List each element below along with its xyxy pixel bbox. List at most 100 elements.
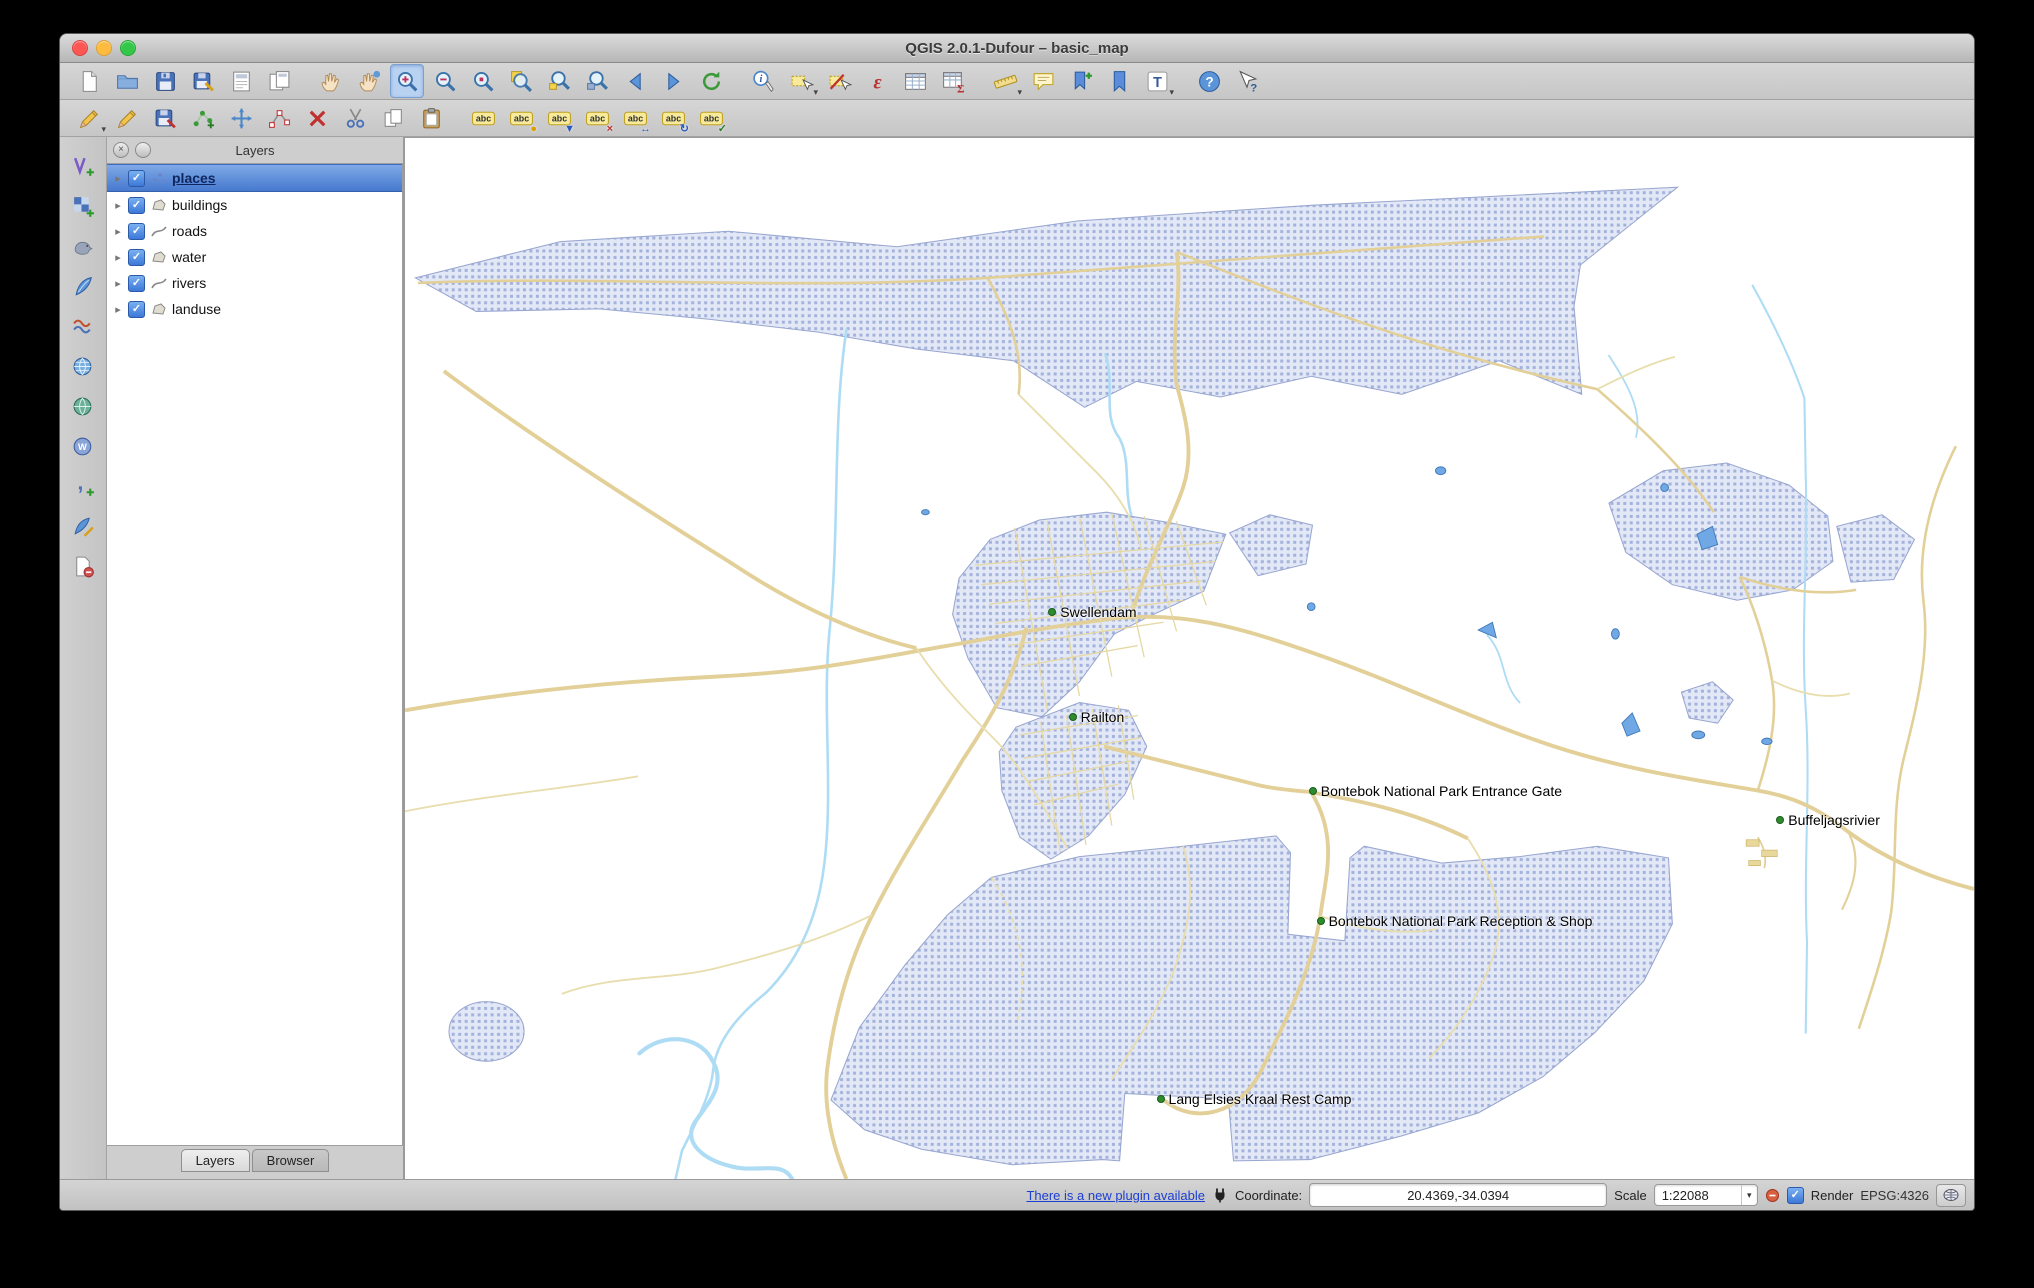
paste-features-icon[interactable] bbox=[414, 101, 448, 135]
highlight-pinned-labels-icon[interactable]: ● bbox=[504, 101, 538, 135]
layer-name[interactable]: landuse bbox=[172, 301, 221, 317]
layer-name[interactable]: places bbox=[172, 170, 216, 186]
labeling-options-icon[interactable] bbox=[466, 101, 500, 135]
zoom-next-icon[interactable] bbox=[656, 64, 690, 98]
layer-row-rivers[interactable]: ▸ ✓ rivers bbox=[107, 270, 402, 296]
panel-tab-browser[interactable]: Browser bbox=[251, 1149, 330, 1172]
map-canvas[interactable]: Swellendam Railton Bontebok National Park … bbox=[405, 137, 1974, 1179]
titlebar[interactable]: QGIS 2.0.1-Dufour – basic_map bbox=[60, 34, 1974, 63]
close-window-button[interactable] bbox=[72, 40, 88, 56]
delete-selected-icon[interactable] bbox=[300, 101, 334, 135]
expand-arrow-icon[interactable]: ▸ bbox=[113, 199, 123, 212]
stop-render-icon[interactable] bbox=[1765, 1188, 1780, 1203]
expand-arrow-icon[interactable]: ▸ bbox=[113, 251, 123, 264]
help-contents-icon[interactable] bbox=[1192, 64, 1226, 98]
layer-row-places[interactable]: ▸ ✓ places bbox=[107, 164, 402, 192]
add-delimited-text-icon[interactable] bbox=[66, 469, 100, 503]
rotate-label-icon[interactable]: ↻ bbox=[656, 101, 690, 135]
add-spatialite-layer-icon[interactable] bbox=[66, 269, 100, 303]
add-mssql-layer-icon[interactable] bbox=[66, 309, 100, 343]
crs-status-button[interactable] bbox=[1936, 1183, 1966, 1207]
new-spatialite-layer-icon[interactable] bbox=[66, 509, 100, 543]
toggle-editing-icon[interactable] bbox=[110, 101, 144, 135]
layer-name[interactable]: water bbox=[172, 249, 206, 265]
scale-combobox[interactable]: 1:22088 ▾ bbox=[1653, 1184, 1758, 1206]
zoom-native-icon[interactable] bbox=[466, 64, 500, 98]
add-vector-layer-icon[interactable] bbox=[66, 149, 100, 183]
node-tool-icon[interactable] bbox=[262, 101, 296, 135]
cut-features-icon[interactable] bbox=[338, 101, 372, 135]
layer-row-buildings[interactable]: ▸ ✓ buildings bbox=[107, 192, 402, 218]
coordinate-input[interactable] bbox=[1309, 1183, 1608, 1207]
text-annotation-icon[interactable]: ▾ bbox=[1140, 64, 1174, 98]
zoom-out-icon[interactable] bbox=[428, 64, 462, 98]
pan-map-icon[interactable] bbox=[314, 64, 348, 98]
add-postgis-layer-icon[interactable] bbox=[66, 229, 100, 263]
change-label-icon[interactable]: ✓ bbox=[694, 101, 728, 135]
new-bookmark-icon[interactable] bbox=[1064, 64, 1098, 98]
zoom-full-icon[interactable] bbox=[504, 64, 538, 98]
current-edits-icon[interactable]: ▾ bbox=[72, 101, 106, 135]
zoom-last-icon[interactable] bbox=[618, 64, 652, 98]
layers-panel-header[interactable]: × Layers bbox=[107, 137, 403, 163]
whats-this-icon[interactable] bbox=[1230, 64, 1264, 98]
expand-arrow-icon[interactable]: ▸ bbox=[113, 277, 123, 290]
layer-visibility-checkbox[interactable]: ✓ bbox=[128, 169, 145, 187]
show-hide-labels-icon[interactable]: × bbox=[580, 101, 614, 135]
expand-arrow-icon[interactable]: ▸ bbox=[113, 303, 123, 316]
add-feature-icon[interactable] bbox=[186, 101, 220, 135]
map-tips-icon[interactable] bbox=[1026, 64, 1060, 98]
layer-visibility-checkbox[interactable]: ✓ bbox=[128, 300, 145, 318]
move-label-icon[interactable]: ↔ bbox=[618, 101, 652, 135]
layer-row-water[interactable]: ▸ ✓ water bbox=[107, 244, 402, 270]
select-by-expression-icon[interactable] bbox=[860, 64, 894, 98]
layer-row-roads[interactable]: ▸ ✓ roads bbox=[107, 218, 402, 244]
pin-unpin-labels-icon[interactable]: ▼ bbox=[542, 101, 576, 135]
touch-zoom-pan-icon[interactable] bbox=[352, 64, 386, 98]
new-plugin-link[interactable]: There is a new plugin available bbox=[1026, 1188, 1205, 1203]
identify-features-icon[interactable] bbox=[746, 64, 780, 98]
save-layer-edits-icon[interactable] bbox=[148, 101, 182, 135]
field-calculator-icon[interactable] bbox=[936, 64, 970, 98]
plugin-icon[interactable] bbox=[1212, 1187, 1228, 1203]
layer-visibility-checkbox[interactable]: ✓ bbox=[128, 274, 145, 292]
new-shapefile-layer-icon[interactable] bbox=[66, 549, 100, 583]
layer-visibility-checkbox[interactable]: ✓ bbox=[128, 248, 145, 266]
layer-row-landuse[interactable]: ▸ ✓ landuse bbox=[107, 296, 402, 322]
expand-arrow-icon[interactable]: ▸ bbox=[113, 225, 123, 238]
measure-icon[interactable]: ▾ bbox=[988, 64, 1022, 98]
open-attribute-table-icon[interactable] bbox=[898, 64, 932, 98]
panel-float-button[interactable] bbox=[135, 142, 151, 158]
layer-visibility-checkbox[interactable]: ✓ bbox=[128, 222, 145, 240]
select-features-icon[interactable]: ▾ bbox=[784, 64, 818, 98]
panel-tab-layers[interactable]: Layers bbox=[180, 1149, 250, 1172]
layer-name[interactable]: rivers bbox=[172, 275, 206, 291]
expand-arrow-icon[interactable]: ▸ bbox=[113, 172, 123, 185]
new-print-composer-icon[interactable] bbox=[224, 64, 258, 98]
composer-manager-icon[interactable] bbox=[262, 64, 296, 98]
save-project-icon[interactable] bbox=[148, 64, 182, 98]
render-checkbox[interactable]: ✓ bbox=[1786, 1186, 1804, 1204]
layer-name[interactable]: buildings bbox=[172, 197, 227, 213]
layer-visibility-checkbox[interactable]: ✓ bbox=[128, 196, 145, 214]
zoom-to-selection-icon[interactable] bbox=[542, 64, 576, 98]
add-wms-layer-icon[interactable] bbox=[66, 349, 100, 383]
copy-features-icon[interactable] bbox=[376, 101, 410, 135]
zoom-to-layer-icon[interactable] bbox=[580, 64, 614, 98]
show-bookmarks-icon[interactable] bbox=[1102, 64, 1136, 98]
chevron-down-icon[interactable]: ▾ bbox=[1740, 1185, 1757, 1205]
add-wcs-layer-icon[interactable] bbox=[66, 389, 100, 423]
layer-name[interactable]: roads bbox=[172, 223, 207, 239]
zoom-window-button[interactable] bbox=[120, 40, 136, 56]
refresh-map-icon[interactable] bbox=[694, 64, 728, 98]
minimize-window-button[interactable] bbox=[96, 40, 112, 56]
new-project-icon[interactable] bbox=[72, 64, 106, 98]
add-wfs-layer-icon[interactable] bbox=[66, 429, 100, 463]
open-project-icon[interactable] bbox=[110, 64, 144, 98]
add-raster-layer-icon[interactable] bbox=[66, 189, 100, 223]
save-project-as-icon[interactable] bbox=[186, 64, 220, 98]
zoom-in-icon[interactable] bbox=[390, 64, 424, 98]
panel-close-button[interactable]: × bbox=[113, 142, 129, 158]
deselect-features-icon[interactable] bbox=[822, 64, 856, 98]
move-feature-icon[interactable] bbox=[224, 101, 258, 135]
